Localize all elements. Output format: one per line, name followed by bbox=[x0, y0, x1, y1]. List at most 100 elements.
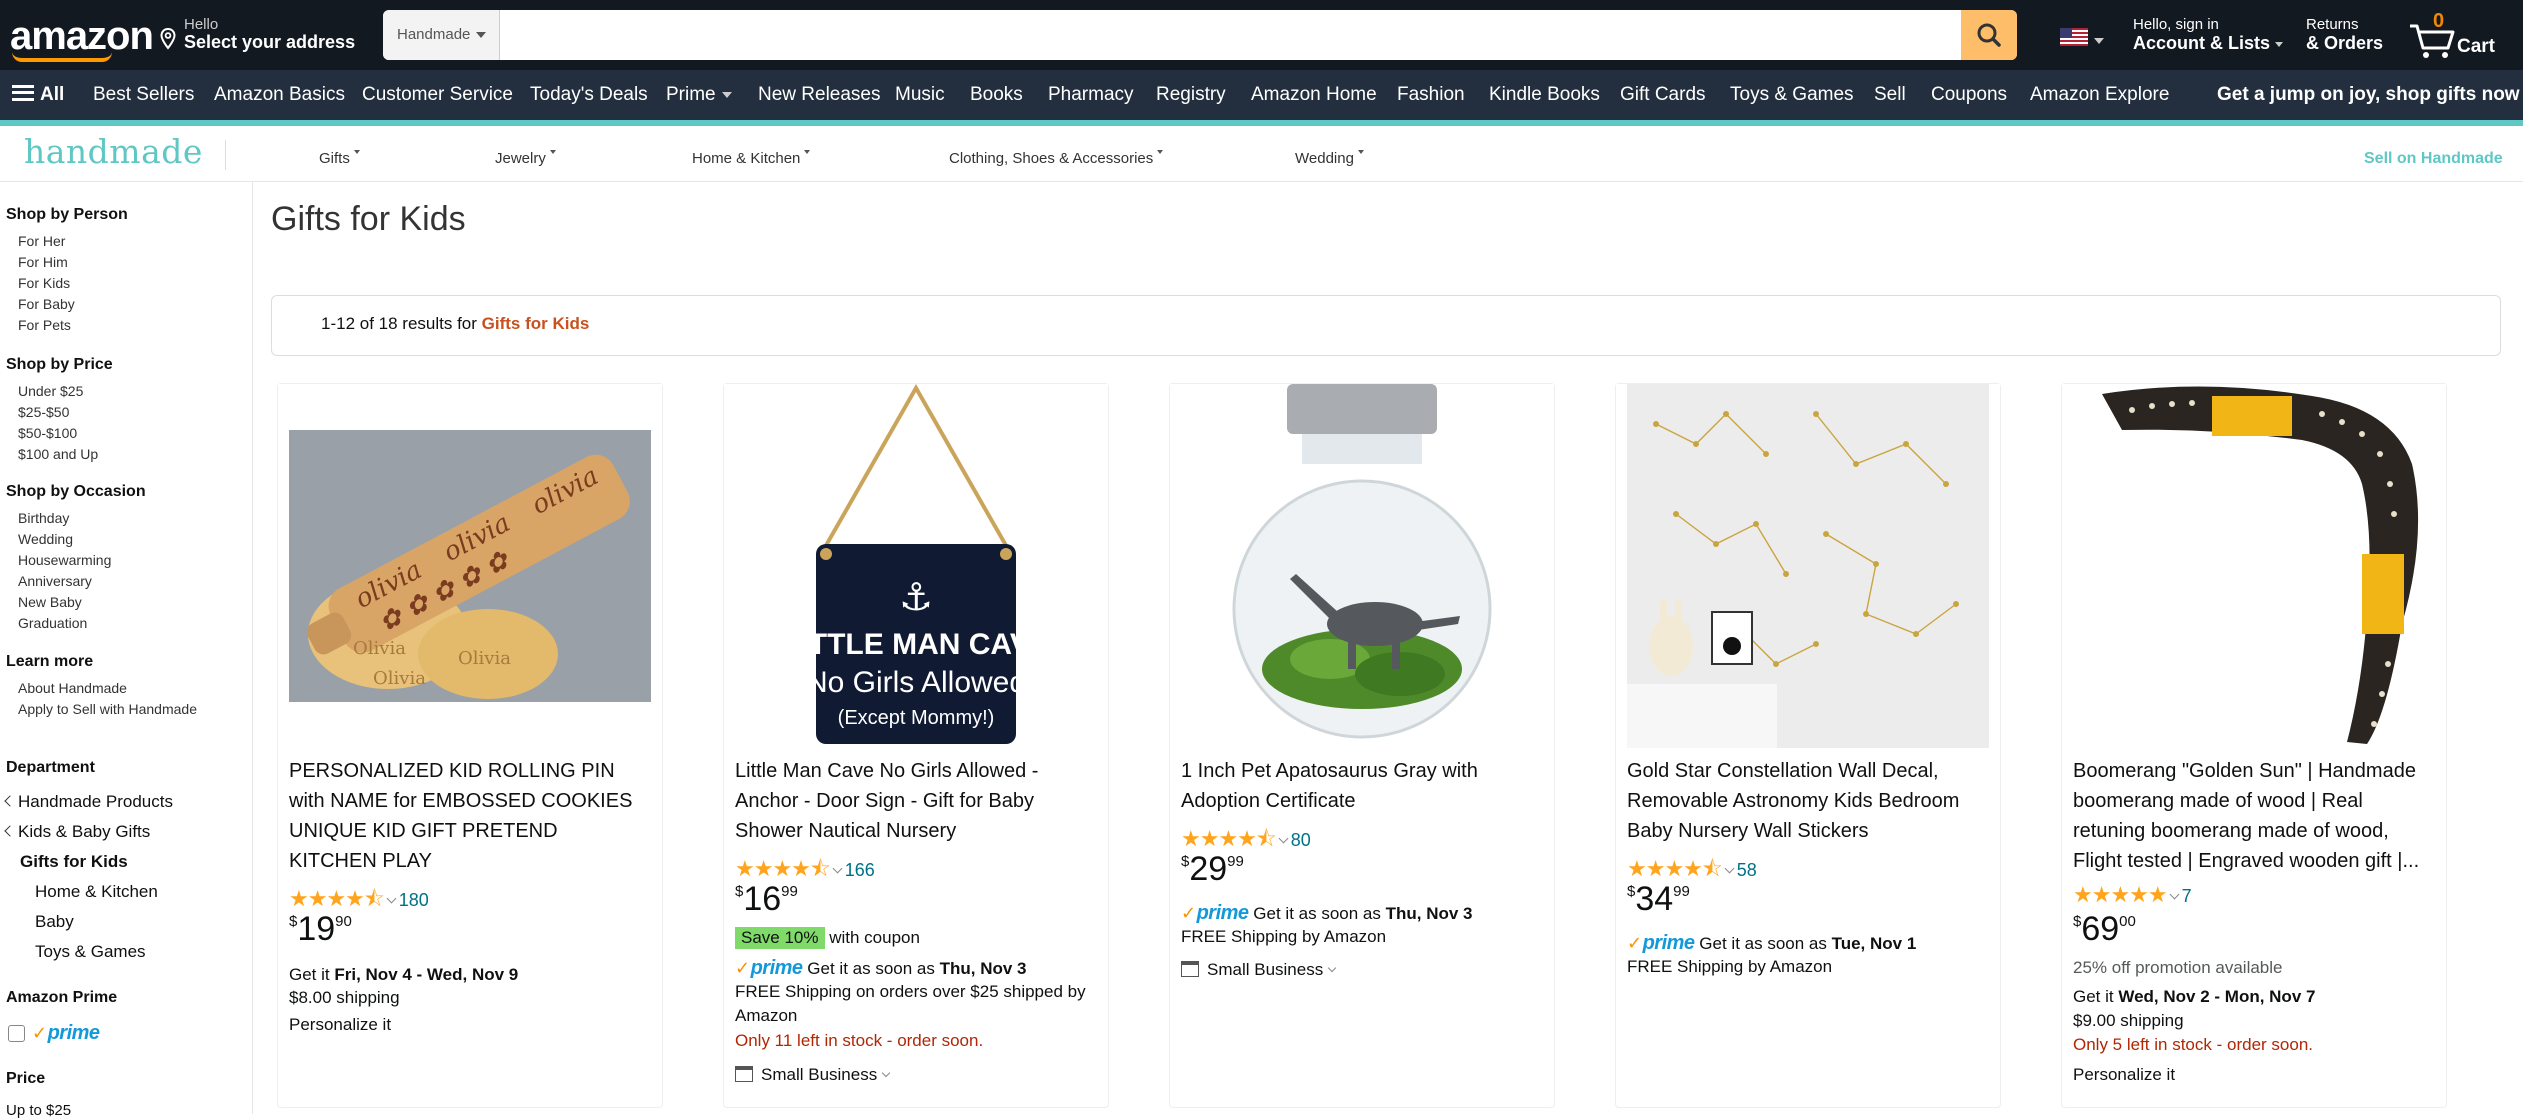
search-input[interactable] bbox=[500, 10, 1960, 60]
sidebar-link-for-him[interactable]: For Him bbox=[18, 254, 68, 270]
product-rating[interactable]: ★★★★⯪ 180 bbox=[289, 882, 429, 911]
sidebar-link-new-baby[interactable]: New Baby bbox=[18, 594, 82, 610]
search-department-select[interactable]: Handmade bbox=[383, 10, 500, 60]
review-count[interactable]: 180 bbox=[399, 890, 429, 910]
product-price[interactable]: $1699 bbox=[735, 880, 798, 919]
chevron-down-icon bbox=[1724, 863, 1735, 874]
prime-checkbox[interactable] bbox=[8, 1025, 25, 1042]
nav-new-releases[interactable]: New Releases bbox=[758, 70, 881, 124]
us-flag-icon[interactable] bbox=[2060, 28, 2088, 46]
dept-link-baby[interactable]: Baby bbox=[35, 912, 74, 932]
product-price[interactable]: $2999 bbox=[1181, 850, 1244, 889]
sidebar-link-for-her[interactable]: For Her bbox=[18, 233, 65, 249]
handmade-menu-clothing[interactable]: Clothing, Shoes & Accessories bbox=[949, 150, 1164, 167]
product-price[interactable]: $1990 bbox=[289, 910, 352, 949]
review-count[interactable]: 80 bbox=[1291, 830, 1311, 850]
dept-link-handmade-products[interactable]: Handmade Products bbox=[4, 792, 173, 812]
sidebar-link-about-handmade[interactable]: About Handmade bbox=[18, 680, 127, 696]
sell-on-handmade-link[interactable]: Sell on Handmade bbox=[2364, 150, 2503, 168]
nav-music[interactable]: Music bbox=[895, 70, 945, 124]
sidebar-link-wedding[interactable]: Wedding bbox=[18, 531, 73, 547]
search-button[interactable] bbox=[1961, 10, 2017, 60]
dept-link-home-kitchen[interactable]: Home & Kitchen bbox=[35, 882, 158, 902]
handmade-menu-wedding[interactable]: Wedding bbox=[1295, 150, 1364, 167]
prime-filter-label[interactable]: ✓prime bbox=[32, 1022, 100, 1045]
sidebar-link-anniversary[interactable]: Anniversary bbox=[18, 573, 92, 589]
all-menu-button[interactable]: All bbox=[12, 70, 64, 124]
product-card[interactable]: Boomerang "Golden Sun" | Handmade boomer… bbox=[2061, 383, 2447, 1108]
dinosaur-terrarium-image bbox=[1170, 384, 1554, 748]
small-business-badge[interactable]: Small Business bbox=[1181, 960, 1337, 980]
star-rating-icon: ★★★★⯪ bbox=[735, 856, 831, 881]
coupon-row[interactable]: Save 10% with coupon bbox=[735, 927, 920, 949]
sidebar-link-housewarming[interactable]: Housewarming bbox=[18, 552, 111, 568]
nav-amazon-home[interactable]: Amazon Home bbox=[1251, 70, 1377, 124]
door-sign-image: ⚓ LITTLE MAN CAVE No Girls Allowed (Exce… bbox=[724, 384, 1108, 748]
product-rating[interactable]: ★★★★⯪ 166 bbox=[735, 852, 875, 881]
product-image[interactable]: olivia olivia olivia ✿ ✿ ✿ ✿ ✿ Olivia Ol… bbox=[278, 384, 662, 748]
review-count[interactable]: 7 bbox=[2182, 886, 2192, 906]
product-title[interactable]: Little Man Cave No Girls Allowed - Ancho… bbox=[735, 756, 1095, 846]
nav-gift-cards[interactable]: Gift Cards bbox=[1620, 70, 1706, 124]
returns-orders[interactable]: Returns & Orders bbox=[2306, 16, 2383, 54]
sidebar-link-for-baby[interactable]: For Baby bbox=[18, 296, 75, 312]
nav-toys-games[interactable]: Toys & Games bbox=[1730, 70, 1854, 124]
sidebar-link-for-pets[interactable]: For Pets bbox=[18, 317, 71, 333]
product-title[interactable]: PERSONALIZED KID ROLLING PIN with NAME f… bbox=[289, 756, 649, 876]
nav-fashion[interactable]: Fashion bbox=[1397, 70, 1465, 124]
nav-best-sellers[interactable]: Best Sellers bbox=[93, 70, 194, 124]
product-rating[interactable]: ★★★★⯪ 58 bbox=[1627, 852, 1757, 881]
dept-link-kids-baby-gifts[interactable]: Kids & Baby Gifts bbox=[4, 822, 150, 842]
nav-pharmacy[interactable]: Pharmacy bbox=[1048, 70, 1134, 124]
account-lists[interactable]: Hello, sign in Account & Lists bbox=[2133, 16, 2284, 54]
results-query[interactable]: Gifts for Kids bbox=[482, 314, 590, 333]
product-price[interactable]: $6900 bbox=[2073, 910, 2136, 949]
save-coupon-badge[interactable]: Save 10% bbox=[735, 927, 825, 949]
sidebar-link-100-up[interactable]: $100 and Up bbox=[18, 446, 98, 462]
price-filter-up-to-25[interactable]: Up to $25 bbox=[6, 1102, 71, 1119]
product-image[interactable] bbox=[2062, 384, 2446, 748]
product-image[interactable]: ⚓ LITTLE MAN CAVE No Girls Allowed (Exce… bbox=[724, 384, 1108, 748]
nav-registry[interactable]: Registry bbox=[1156, 70, 1226, 124]
nav-kindle-books[interactable]: Kindle Books bbox=[1489, 70, 1600, 124]
nav-coupons[interactable]: Coupons bbox=[1931, 70, 2007, 124]
nav-prime[interactable]: Prime bbox=[666, 70, 732, 124]
product-title[interactable]: 1 Inch Pet Apatosaurus Gray with Adoptio… bbox=[1181, 756, 1541, 816]
nav-amazon-basics[interactable]: Amazon Basics bbox=[214, 70, 345, 124]
product-rating[interactable]: ★★★★⯪ 80 bbox=[1181, 822, 1311, 851]
handmade-menu-jewelry[interactable]: Jewelry bbox=[495, 150, 556, 167]
product-rating[interactable]: ★★★★★ 7 bbox=[2073, 882, 2192, 907]
nav-customer-service[interactable]: Customer Service bbox=[362, 70, 513, 124]
nav-books[interactable]: Books bbox=[970, 70, 1023, 124]
nav-amazon-explore[interactable]: Amazon Explore bbox=[2030, 70, 2169, 124]
handmade-menu-gifts[interactable]: Gifts bbox=[319, 150, 360, 167]
handmade-menu-home-kitchen[interactable]: Home & Kitchen bbox=[692, 150, 811, 167]
sidebar-link-graduation[interactable]: Graduation bbox=[18, 615, 87, 631]
sidebar-link-apply-to-sell[interactable]: Apply to Sell with Handmade bbox=[18, 701, 197, 717]
product-title[interactable]: Gold Star Constellation Wall Decal, Remo… bbox=[1627, 756, 1987, 846]
product-image[interactable] bbox=[1170, 384, 1554, 748]
sidebar-link-for-kids[interactable]: For Kids bbox=[18, 275, 70, 291]
chevron-down-icon bbox=[881, 1068, 891, 1078]
sidebar-link-50-100[interactable]: $50-$100 bbox=[18, 425, 77, 441]
nav-todays-deals[interactable]: Today's Deals bbox=[530, 70, 648, 124]
product-title[interactable]: Boomerang "Golden Sun" | Handmade boomer… bbox=[2073, 756, 2433, 876]
product-image[interactable] bbox=[1616, 384, 2000, 748]
sidebar-link-25-50[interactable]: $25-$50 bbox=[18, 404, 69, 420]
handmade-logo[interactable]: handmade bbox=[24, 132, 203, 171]
product-card[interactable]: 1 Inch Pet Apatosaurus Gray with Adoptio… bbox=[1169, 383, 1555, 1108]
product-card[interactable]: ⚓ LITTLE MAN CAVE No Girls Allowed (Exce… bbox=[723, 383, 1109, 1108]
product-card[interactable]: olivia olivia olivia ✿ ✿ ✿ ✿ ✿ Olivia Ol… bbox=[277, 383, 663, 1108]
sidebar-link-birthday[interactable]: Birthday bbox=[18, 510, 69, 526]
product-price[interactable]: $3499 bbox=[1627, 880, 1690, 919]
cart-button[interactable]: 0 Cart bbox=[2408, 10, 2508, 60]
nav-promo-banner[interactable]: Get a jump on joy, shop gifts now bbox=[2217, 70, 2520, 124]
review-count[interactable]: 166 bbox=[845, 860, 875, 880]
small-business-badge[interactable]: Small Business bbox=[735, 1065, 891, 1085]
handmade-nav: handmade Gifts Jewelry Home & Kitchen Cl… bbox=[0, 126, 2523, 182]
product-card[interactable]: Gold Star Constellation Wall Decal, Remo… bbox=[1615, 383, 2001, 1108]
nav-sell[interactable]: Sell bbox=[1874, 70, 1906, 124]
sidebar-link-under-25[interactable]: Under $25 bbox=[18, 383, 83, 399]
review-count[interactable]: 58 bbox=[1737, 860, 1757, 880]
dept-link-toys-games[interactable]: Toys & Games bbox=[35, 942, 146, 962]
